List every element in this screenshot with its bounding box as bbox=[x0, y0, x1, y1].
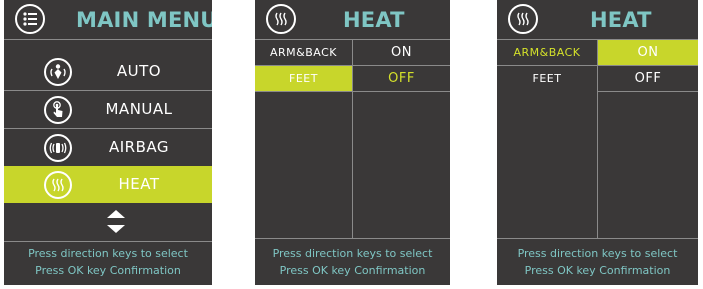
manual-touch-icon bbox=[44, 96, 72, 124]
heat-screen-armback: HEAT ARM&BACK ON FEET OFF Press directio… bbox=[497, 0, 698, 285]
footer-line-1: Press direction keys to select bbox=[28, 247, 188, 260]
scroll-arrows[interactable] bbox=[4, 204, 212, 242]
menu-item-heat[interactable]: HEAT bbox=[4, 166, 212, 203]
menu-item-auto[interactable]: AUTO bbox=[4, 53, 212, 91]
list-icon bbox=[15, 4, 45, 34]
menu-item-label: MANUAL bbox=[105, 100, 173, 118]
row-label-feet[interactable]: FEET bbox=[255, 66, 352, 91]
menu-item-manual[interactable]: MANUAL bbox=[4, 91, 212, 129]
table-bottom-line bbox=[497, 238, 698, 239]
footer-line-1: Press direction keys to select bbox=[517, 247, 678, 260]
heat-icon bbox=[266, 4, 296, 34]
arrow-up-icon bbox=[107, 210, 125, 218]
menu-item-airbag[interactable]: AIRBAG bbox=[4, 129, 212, 167]
footer-line-2: Press OK key Confirmation bbox=[279, 264, 426, 277]
main-menu-screen: MAIN MENU AUTO MANUAL AIRBAG HEAT Press … bbox=[4, 0, 212, 285]
row-value-feet[interactable]: OFF bbox=[353, 66, 450, 91]
main-menu-header: MAIN MENU bbox=[4, 0, 212, 40]
footer-hint: Press direction keys to select Press OK … bbox=[497, 245, 698, 279]
row-value-armback[interactable]: ON bbox=[353, 40, 450, 65]
footer-line-2: Press OK key Confirmation bbox=[524, 264, 671, 277]
page-title: HEAT bbox=[590, 8, 652, 32]
heat-header: HEAT bbox=[255, 0, 450, 40]
footer-line-1: Press direction keys to select bbox=[272, 247, 433, 260]
airbag-icon bbox=[44, 134, 72, 162]
row-label-feet[interactable]: FEET bbox=[497, 66, 597, 91]
page-title: HEAT bbox=[343, 8, 405, 32]
footer-line-2: Press OK key Confirmation bbox=[35, 264, 181, 277]
row-value-armback[interactable]: ON bbox=[598, 40, 698, 65]
menu-item-label: AIRBAG bbox=[108, 138, 170, 156]
row-label-armback[interactable]: ARM&BACK bbox=[497, 40, 597, 65]
row-value-feet[interactable]: OFF bbox=[598, 66, 698, 91]
footer-hint: Press direction keys to select Press OK … bbox=[255, 245, 450, 279]
footer-hint: Press direction keys to select Press OK … bbox=[4, 245, 212, 279]
heat-header: HEAT bbox=[497, 0, 698, 40]
menu-item-label: AUTO bbox=[116, 62, 162, 80]
row-divider bbox=[255, 91, 450, 92]
heat-screen-feet: HEAT ARM&BACK ON FEET OFF Press directio… bbox=[255, 0, 450, 285]
menu-item-label: HEAT bbox=[118, 175, 160, 193]
arrow-down-icon bbox=[107, 225, 125, 233]
table-bottom-line bbox=[255, 238, 450, 239]
row-label-armback[interactable]: ARM&BACK bbox=[255, 40, 352, 65]
auto-icon bbox=[44, 58, 72, 86]
page-title: MAIN MENU bbox=[76, 8, 212, 32]
heat-icon bbox=[44, 171, 72, 199]
row-divider bbox=[597, 91, 698, 92]
heat-icon bbox=[508, 4, 538, 34]
